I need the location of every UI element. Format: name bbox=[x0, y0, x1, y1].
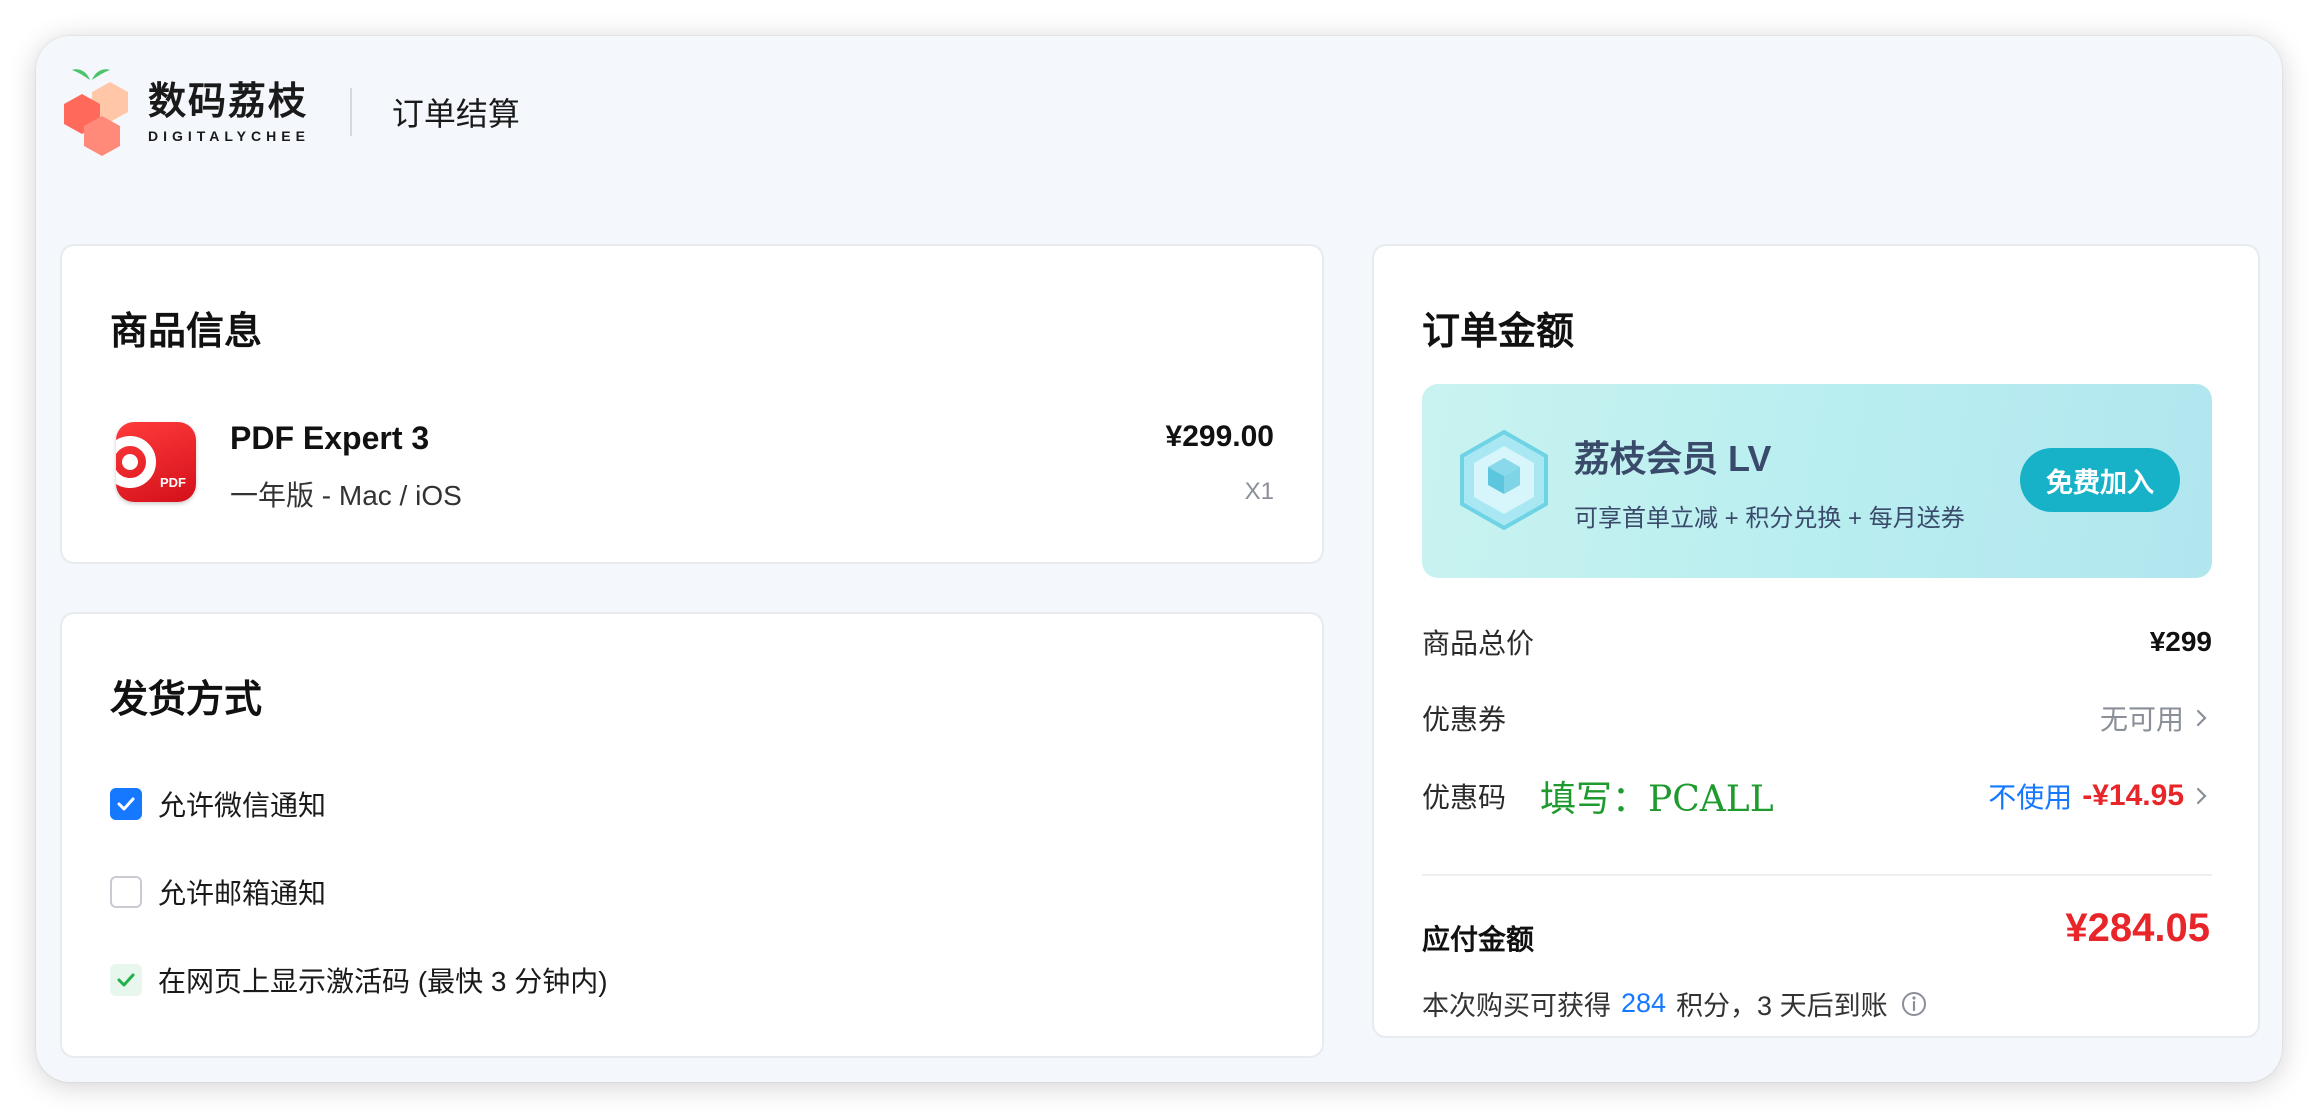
header-divider bbox=[349, 88, 352, 136]
vip-title: 荔枝会员 LV bbox=[1574, 438, 1772, 479]
promo-code-label: 优惠码 bbox=[1422, 782, 1507, 813]
points-prefix: 本次购买可获得 bbox=[1422, 991, 1611, 1021]
coupon-label: 优惠券 bbox=[1422, 704, 1507, 735]
subtotal-value: ¥299 bbox=[2149, 626, 2212, 657]
lychee-logo-icon bbox=[64, 69, 128, 156]
points-suffix: 积分，3 天后到账 bbox=[1676, 991, 1888, 1021]
product-variant: 一年版 - Mac / iOS bbox=[230, 480, 462, 511]
option-email-notify[interactable]: 允许邮箱通知 bbox=[110, 872, 326, 912]
promo-code-hint: 填写：PCALL bbox=[1540, 779, 1774, 820]
checkout-window: 数码荔枝 DIGITALYCHEE 订单结算 商品信息 PDF PDF Expe… bbox=[36, 36, 2282, 1082]
header: 数码荔枝 DIGITALYCHEE 订单结算 bbox=[60, 52, 520, 172]
order-section-title: 订单金额 bbox=[1422, 311, 1575, 353]
brand-name-cn: 数码荔枝 bbox=[148, 81, 309, 123]
delivery-method-card: 发货方式 允许微信通知 允许邮箱通知 在网页上显示激活码 (最快 3 分钟内) bbox=[60, 612, 1324, 1058]
payable-label: 应付金额 bbox=[1422, 924, 1535, 955]
order-amount-card: 订单金额 荔枝会员 LV 可享首单立减 + 积分兑换 + 每月送券 免费加入 商… bbox=[1372, 244, 2260, 1038]
checkbox-checked-icon[interactable] bbox=[110, 788, 142, 820]
summary-divider bbox=[1422, 874, 2212, 876]
product-section-title: 商品信息 bbox=[110, 311, 263, 353]
checkbox-unchecked-icon[interactable] bbox=[110, 876, 142, 908]
vip-membership-banner: 荔枝会员 LV 可享首单立减 + 积分兑换 + 每月送券 免费加入 bbox=[1422, 384, 2212, 578]
info-icon[interactable] bbox=[1900, 990, 1928, 1018]
brand-logo[interactable]: 数码荔枝 DIGITALYCHEE bbox=[60, 62, 310, 162]
brand-name-en: DIGITALYCHEE bbox=[148, 128, 310, 144]
option-show-code-on-web[interactable]: 在网页上显示激活码 (最快 3 分钟内) bbox=[110, 960, 608, 1000]
points-value: 284 bbox=[1621, 988, 1667, 1018]
delivery-section-title: 发货方式 bbox=[110, 679, 263, 721]
promo-not-use-link[interactable]: 不使用 bbox=[1988, 776, 2072, 816]
subtotal-row: 商品总价 ¥299 bbox=[1422, 620, 2212, 664]
coupon-row[interactable]: 优惠券 无可用 bbox=[1422, 696, 2212, 740]
chevron-right-icon[interactable] bbox=[2190, 707, 2212, 729]
option-label: 在网页上显示激活码 (最快 3 分钟内) bbox=[158, 966, 608, 997]
subtotal-label: 商品总价 bbox=[1422, 628, 1535, 659]
vip-cube-badge-icon bbox=[1460, 429, 1548, 531]
points-info: 本次购买可获得 284 积分，3 天后到账 bbox=[1422, 984, 1928, 1023]
promo-code-row[interactable]: 优惠码 填写：PCALL 不使用 -¥14.95 bbox=[1422, 770, 2212, 822]
join-free-button[interactable]: 免费加入 bbox=[2020, 448, 2180, 512]
chevron-right-icon[interactable] bbox=[2190, 785, 2212, 807]
option-wechat-notify[interactable]: 允许微信通知 bbox=[110, 784, 326, 824]
product-name: PDF Expert 3 bbox=[230, 420, 430, 456]
checkmark-icon[interactable] bbox=[110, 964, 142, 996]
product-price: ¥299.00 bbox=[1165, 420, 1274, 453]
option-label: 允许邮箱通知 bbox=[158, 878, 327, 909]
app-icon-label: PDF bbox=[160, 475, 186, 490]
coupon-value: 无可用 bbox=[2099, 704, 2184, 735]
product-info-card: 商品信息 PDF PDF Expert 3 一年版 - Mac / iOS ¥2… bbox=[60, 244, 1324, 564]
product-quantity: X1 bbox=[1244, 478, 1274, 505]
pdf-expert-app-icon: PDF bbox=[116, 422, 196, 502]
payable-amount: ¥284.05 bbox=[2065, 906, 2210, 950]
page-title: 订单结算 bbox=[391, 96, 520, 132]
option-label: 允许微信通知 bbox=[158, 790, 327, 821]
promo-discount-value: -¥14.95 bbox=[2082, 779, 2184, 812]
vip-description: 可享首单立减 + 积分兑换 + 每月送券 bbox=[1574, 505, 1965, 532]
